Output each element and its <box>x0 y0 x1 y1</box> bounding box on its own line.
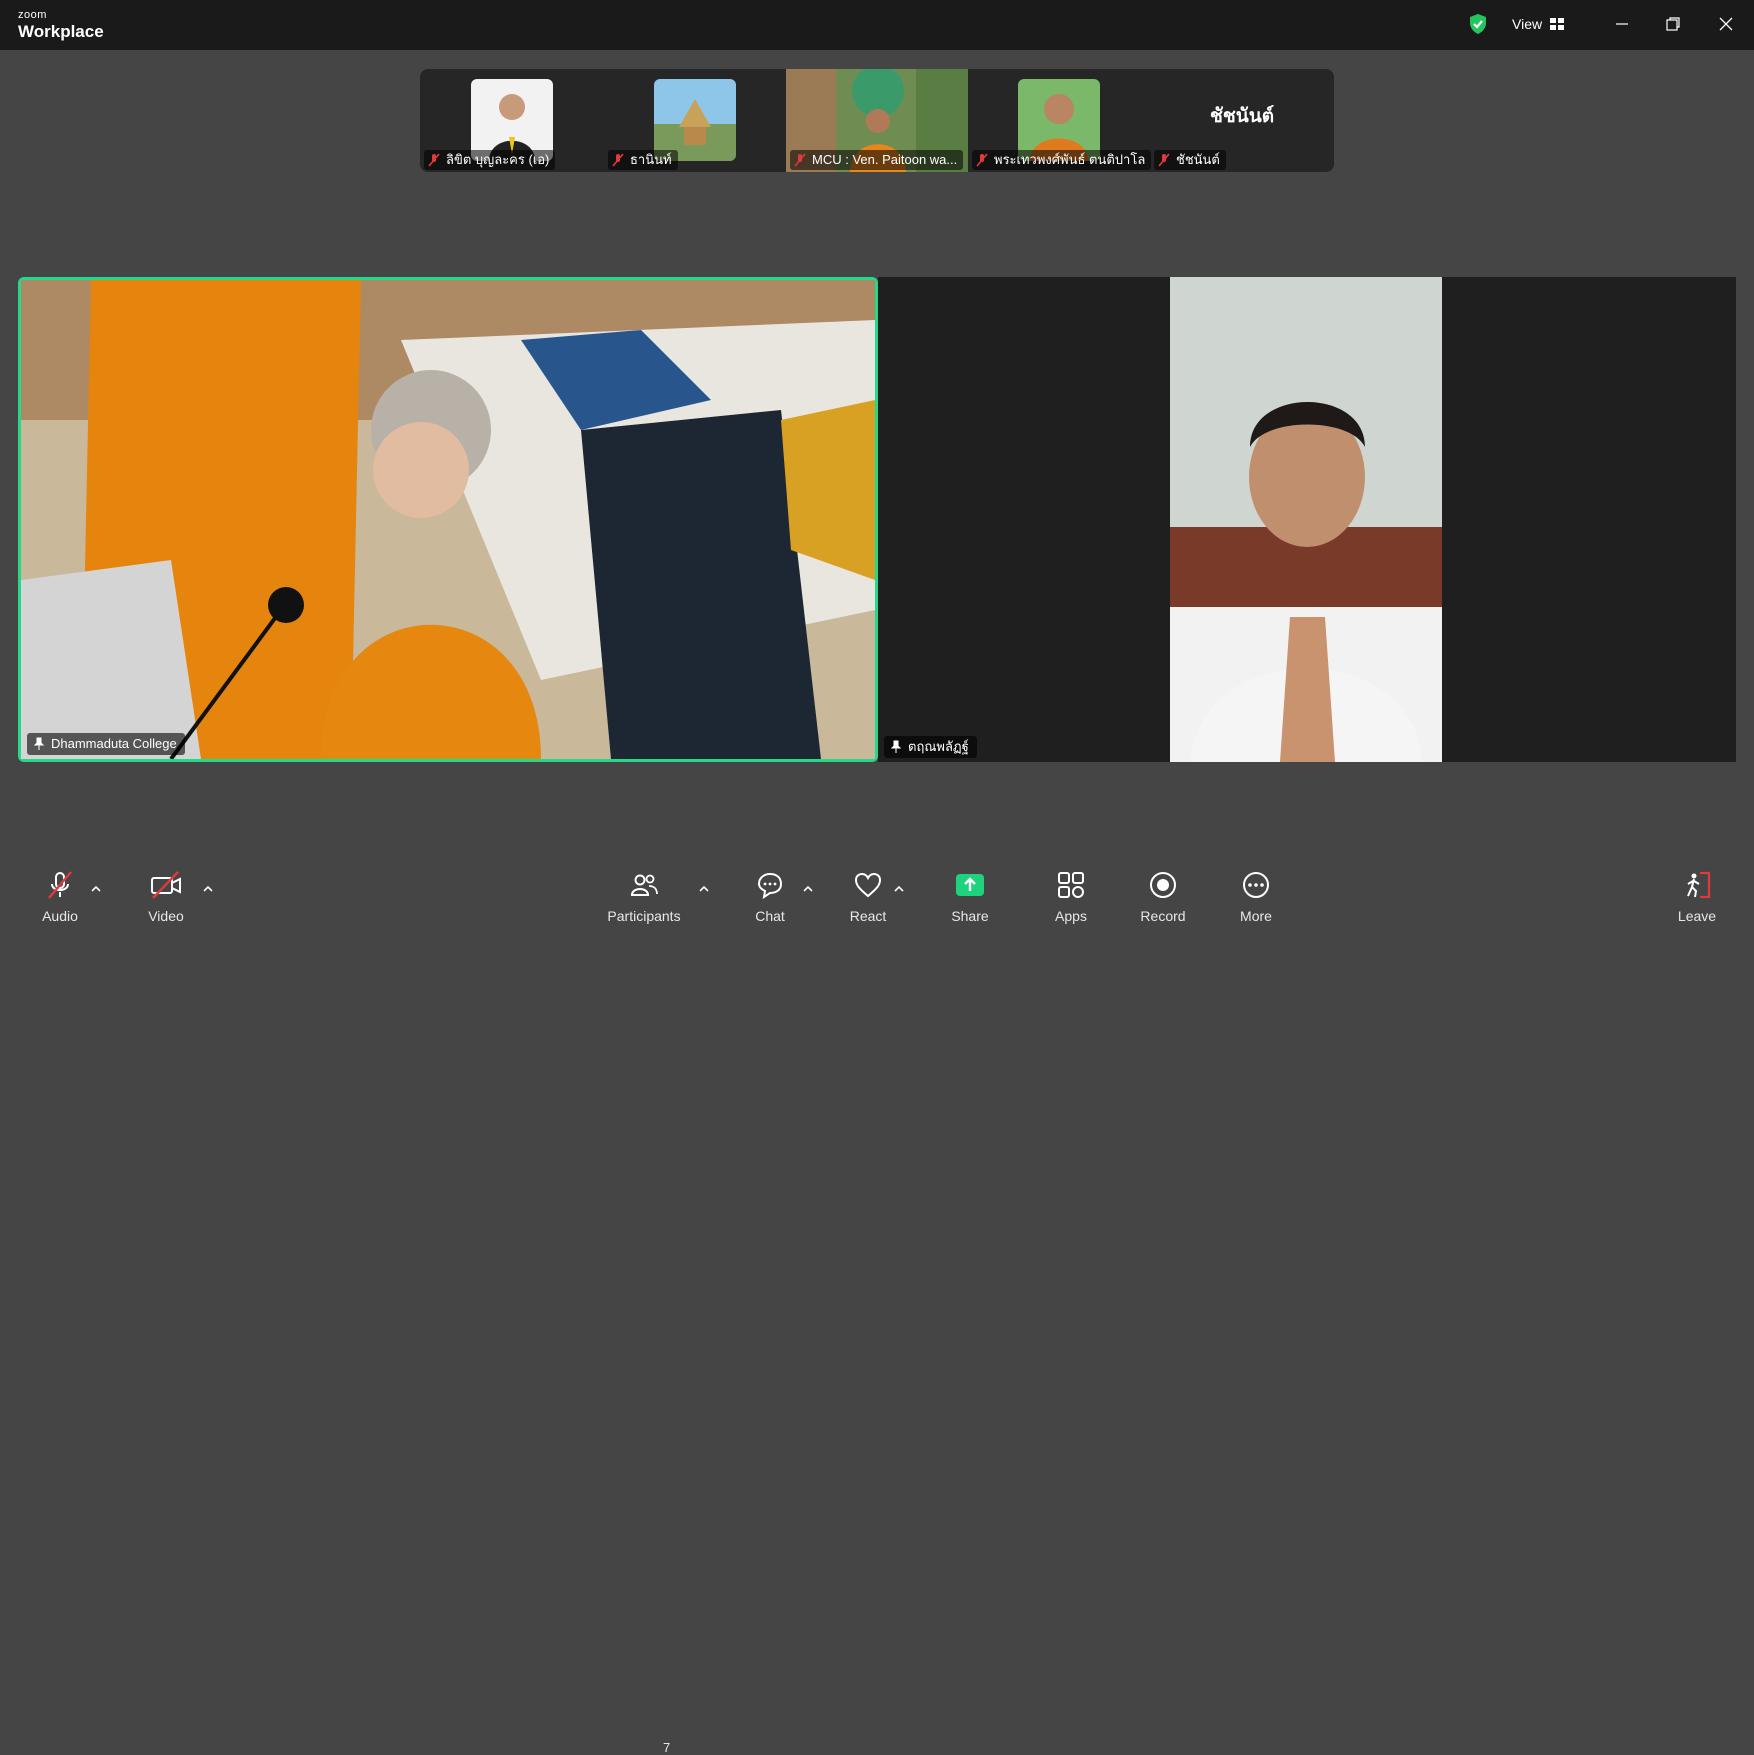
participant-video <box>21 280 875 759</box>
muted-mic-icon <box>976 153 988 167</box>
leave-icon <box>1687 871 1711 899</box>
grid-icon <box>1550 18 1565 30</box>
record-button[interactable]: Record <box>1123 868 1203 924</box>
participant-name-tag: ชัชนันต์ <box>1154 150 1226 170</box>
participants-button[interactable]: Participants <box>604 868 684 924</box>
participants-options-chevron-icon[interactable] <box>697 882 711 896</box>
minimize-icon <box>1616 23 1628 25</box>
thumbnail-tile[interactable]: พระเทวพงศ์พันธ์ ตนติปาโล <box>968 69 1152 172</box>
muted-mic-icon <box>612 153 624 167</box>
close-button[interactable] <box>1711 10 1741 38</box>
leave-button[interactable]: Leave <box>1657 868 1737 924</box>
thumbnail-tile[interactable]: ลิขิต บุญละคร (เอ) <box>420 69 604 172</box>
restore-button[interactable] <box>1658 10 1688 38</box>
participant-name-tag: Dhammaduta College <box>27 733 185 755</box>
audio-options-chevron-icon[interactable] <box>89 882 103 896</box>
participant-display-name: ชัชนันต์ <box>1209 105 1275 127</box>
record-icon <box>1150 872 1176 898</box>
minimize-button[interactable] <box>1607 10 1637 38</box>
view-button[interactable]: View <box>1500 10 1584 38</box>
title-bar: zoom Workplace View <box>0 0 1754 50</box>
more-icon <box>1243 872 1269 898</box>
participant-name-tag: ธานินท์ <box>608 150 678 170</box>
chat-icon <box>757 872 783 900</box>
brand-small: zoom <box>18 9 47 21</box>
close-icon <box>1719 17 1733 31</box>
muted-mic-icon <box>428 153 440 167</box>
thumbnail-tile[interactable]: ธานินท์ <box>604 69 786 172</box>
participant-name-tag: MCU : Ven. Paitoon wa... <box>790 150 964 170</box>
chat-button[interactable]: Chat <box>730 868 810 924</box>
participant-tile[interactable]: ตฤณพลัฏฐ์ <box>878 277 1736 762</box>
participant-photo <box>471 79 553 161</box>
participant-name-tag: ลิขิต บุญละคร (เอ) <box>424 150 556 170</box>
audio-button[interactable]: Audio <box>20 868 100 924</box>
participant-photo <box>1018 79 1100 161</box>
restore-icon <box>1666 17 1680 31</box>
heart-icon <box>854 872 882 898</box>
muted-mic-icon <box>48 871 72 899</box>
participants-icon <box>630 874 658 896</box>
video-options-chevron-icon[interactable] <box>201 882 215 896</box>
active-speaker-tile[interactable]: Dhammaduta College <box>18 277 878 762</box>
share-button[interactable]: Share <box>930 868 1010 924</box>
react-button[interactable]: React <box>828 868 908 924</box>
zoom-logo: zoom Workplace <box>18 9 104 41</box>
shield-check-icon[interactable] <box>1466 12 1490 36</box>
participant-name-tag: ตฤณพลัฏฐ์ <box>884 736 977 758</box>
react-options-chevron-icon[interactable] <box>892 882 906 896</box>
muted-mic-icon <box>1158 153 1170 167</box>
muted-mic-icon <box>794 153 806 167</box>
pin-icon <box>33 737 45 750</box>
participant-strip: ลิขิต บุญละคร (เอ) ธานินท์ MCU : Ven. Pa… <box>420 69 1334 172</box>
participant-name-tag: พระเทวพงศ์พันธ์ ตนติปาโล <box>972 150 1152 170</box>
thumbnail-tile[interactable]: MCU : Ven. Paitoon wa... <box>786 69 968 172</box>
video-off-icon <box>151 871 181 899</box>
meeting-toolbar: Audio Video Participants 7 Chat React Sh… <box>0 860 1754 1755</box>
participant-video <box>1170 277 1442 762</box>
participant-photo <box>654 79 736 161</box>
view-label: View <box>1512 16 1543 32</box>
apps-button[interactable]: Apps <box>1031 868 1111 924</box>
pin-icon <box>890 740 902 753</box>
chat-options-chevron-icon[interactable] <box>801 882 815 896</box>
share-screen-icon <box>956 874 984 896</box>
video-button[interactable]: Video <box>126 868 206 924</box>
apps-icon <box>1058 872 1084 898</box>
thumbnail-tile[interactable]: ชัชนันต์ ชัชนันต์ <box>1150 69 1334 172</box>
participants-count: 7 <box>663 1740 671 1755</box>
more-button[interactable]: More <box>1216 868 1296 924</box>
brand-name: Workplace <box>18 22 104 41</box>
